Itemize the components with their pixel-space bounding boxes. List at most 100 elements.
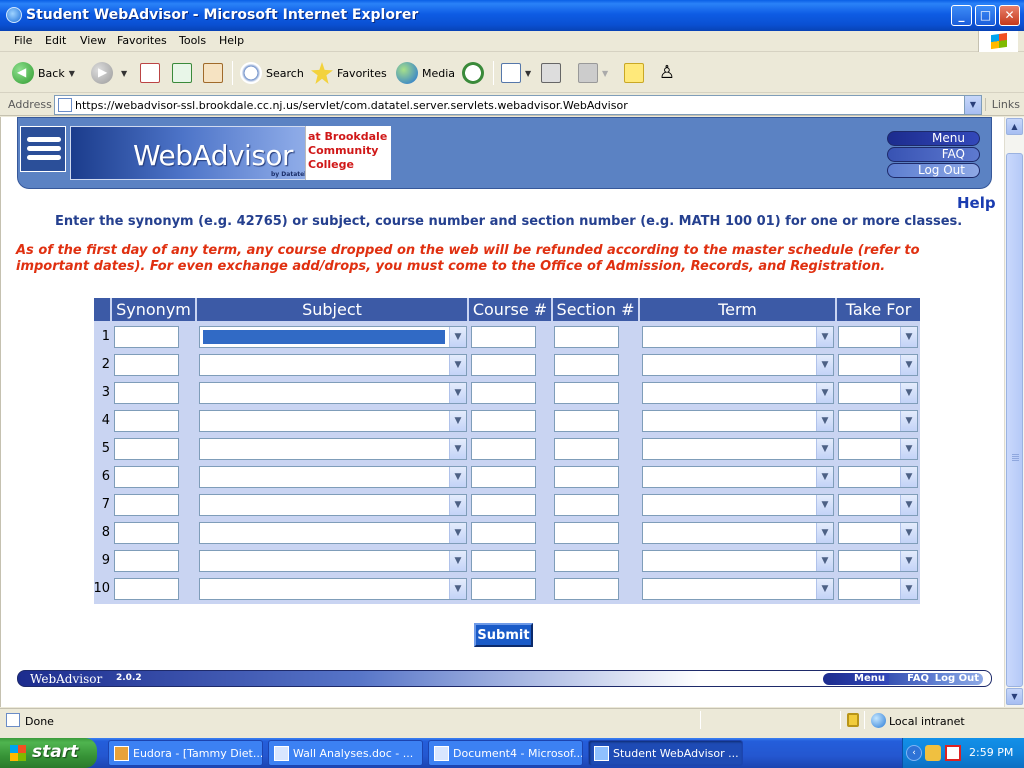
mail-dropdown-icon[interactable]: ▼: [525, 69, 531, 78]
term-select[interactable]: ▼: [642, 326, 834, 348]
chevron-down-icon[interactable]: ▼: [900, 523, 917, 543]
take-for-select[interactable]: ▼: [838, 578, 918, 600]
chevron-down-icon[interactable]: ▼: [449, 467, 466, 487]
address-url[interactable]: https://webadvisor-ssl.brookdale.cc.nj.u…: [75, 99, 628, 112]
subject-select[interactable]: ▼: [199, 466, 467, 488]
chevron-down-icon[interactable]: ▼: [816, 411, 833, 431]
scroll-thumb[interactable]: [1006, 153, 1023, 687]
term-select[interactable]: ▼: [642, 522, 834, 544]
menu-nav-button[interactable]: Menu: [887, 131, 980, 146]
term-select[interactable]: ▼: [642, 354, 834, 376]
menu-file[interactable]: File: [14, 34, 32, 47]
section-input[interactable]: [554, 522, 619, 544]
take-for-select[interactable]: ▼: [838, 550, 918, 572]
mail-button[interactable]: ▼: [501, 61, 531, 85]
section-input[interactable]: [554, 578, 619, 600]
task-eudora[interactable]: Eudora - [Tammy Diet...: [108, 740, 263, 766]
section-input[interactable]: [554, 466, 619, 488]
chevron-down-icon[interactable]: ▼: [449, 495, 466, 515]
course-input[interactable]: [471, 466, 536, 488]
chevron-down-icon[interactable]: ▼: [449, 355, 466, 375]
term-select[interactable]: ▼: [642, 438, 834, 460]
stop-button[interactable]: [140, 61, 160, 85]
menu-favorites[interactable]: Favorites: [117, 34, 167, 47]
chevron-down-icon[interactable]: ▼: [900, 383, 917, 403]
subject-select[interactable]: ▼: [199, 326, 467, 348]
vertical-scrollbar[interactable]: ▲ ▼: [1004, 117, 1024, 707]
back-dropdown-icon[interactable]: ▼: [69, 69, 75, 78]
term-select[interactable]: ▼: [642, 550, 834, 572]
section-input[interactable]: [554, 410, 619, 432]
synonym-input[interactable]: [114, 522, 179, 544]
subject-select[interactable]: ▼: [199, 354, 467, 376]
back-button[interactable]: Back ▼: [12, 61, 75, 85]
chevron-down-icon[interactable]: ▼: [816, 495, 833, 515]
take-for-select[interactable]: ▼: [838, 354, 918, 376]
tray-app-icon[interactable]: [925, 745, 941, 761]
synonym-input[interactable]: [114, 382, 179, 404]
menu-tools[interactable]: Tools: [179, 34, 206, 47]
help-link[interactable]: Help: [957, 194, 996, 212]
search-button[interactable]: Search: [240, 61, 304, 85]
chevron-down-icon[interactable]: ▼: [816, 467, 833, 487]
take-for-select[interactable]: ▼: [838, 382, 918, 404]
chevron-down-icon[interactable]: ▼: [816, 383, 833, 403]
take-for-select[interactable]: ▼: [838, 326, 918, 348]
scroll-down-icon[interactable]: ▼: [1006, 688, 1023, 705]
term-select[interactable]: ▼: [642, 578, 834, 600]
chevron-down-icon[interactable]: ▼: [449, 439, 466, 459]
section-input[interactable]: [554, 494, 619, 516]
chevron-down-icon[interactable]: ▼: [449, 551, 466, 571]
term-select[interactable]: ▼: [642, 382, 834, 404]
chevron-down-icon[interactable]: ▼: [900, 327, 917, 347]
submit-button[interactable]: Submit: [474, 623, 533, 647]
course-input[interactable]: [471, 382, 536, 404]
faq-nav-button[interactable]: FAQ: [887, 147, 980, 162]
course-input[interactable]: [471, 522, 536, 544]
synonym-input[interactable]: [114, 438, 179, 460]
section-input[interactable]: [554, 326, 619, 348]
course-input[interactable]: [471, 354, 536, 376]
chevron-down-icon[interactable]: ▼: [816, 523, 833, 543]
scroll-up-icon[interactable]: ▲: [1006, 118, 1023, 135]
chevron-down-icon[interactable]: ▼: [900, 495, 917, 515]
forward-button[interactable]: ▼: [91, 61, 127, 85]
menu-view[interactable]: View: [80, 34, 106, 47]
menu-help[interactable]: Help: [219, 34, 244, 47]
subject-select[interactable]: ▼: [199, 410, 467, 432]
home-button[interactable]: [203, 61, 223, 85]
synonym-input[interactable]: [114, 550, 179, 572]
chevron-down-icon[interactable]: ▼: [816, 327, 833, 347]
synonym-input[interactable]: [114, 410, 179, 432]
take-for-select[interactable]: ▼: [838, 410, 918, 432]
minimize-button[interactable]: _: [951, 5, 972, 26]
footer-faq-button[interactable]: FAQ: [889, 673, 933, 685]
task-document4[interactable]: Document4 - Microsof...: [428, 740, 583, 766]
course-input[interactable]: [471, 410, 536, 432]
chevron-down-icon[interactable]: ▼: [449, 523, 466, 543]
synonym-input[interactable]: [114, 494, 179, 516]
section-input[interactable]: [554, 438, 619, 460]
term-select[interactable]: ▼: [642, 466, 834, 488]
chevron-down-icon[interactable]: ▼: [449, 327, 466, 347]
history-button[interactable]: [462, 61, 488, 85]
course-input[interactable]: [471, 494, 536, 516]
task-webadvisor[interactable]: Student WebAdvisor ...: [588, 740, 743, 766]
subject-select[interactable]: ▼: [199, 438, 467, 460]
print-button[interactable]: [541, 61, 561, 85]
address-input[interactable]: https://webadvisor-ssl.brookdale.cc.nj.u…: [54, 95, 982, 115]
chevron-down-icon[interactable]: ▼: [449, 383, 466, 403]
chevron-down-icon[interactable]: ▼: [816, 551, 833, 571]
take-for-select[interactable]: ▼: [838, 466, 918, 488]
forward-dropdown-icon[interactable]: ▼: [121, 69, 127, 78]
synonym-input[interactable]: [114, 326, 179, 348]
edit-button[interactable]: ▼: [578, 61, 608, 85]
course-input[interactable]: [471, 326, 536, 348]
course-input[interactable]: [471, 578, 536, 600]
chevron-down-icon[interactable]: ▼: [816, 579, 833, 599]
term-select[interactable]: ▼: [642, 494, 834, 516]
address-dropdown-icon[interactable]: ▼: [964, 96, 981, 114]
footer-logout-button[interactable]: Log Out: [933, 673, 983, 685]
media-button[interactable]: Media: [396, 61, 455, 85]
messenger-button[interactable]: ♙: [657, 61, 677, 85]
